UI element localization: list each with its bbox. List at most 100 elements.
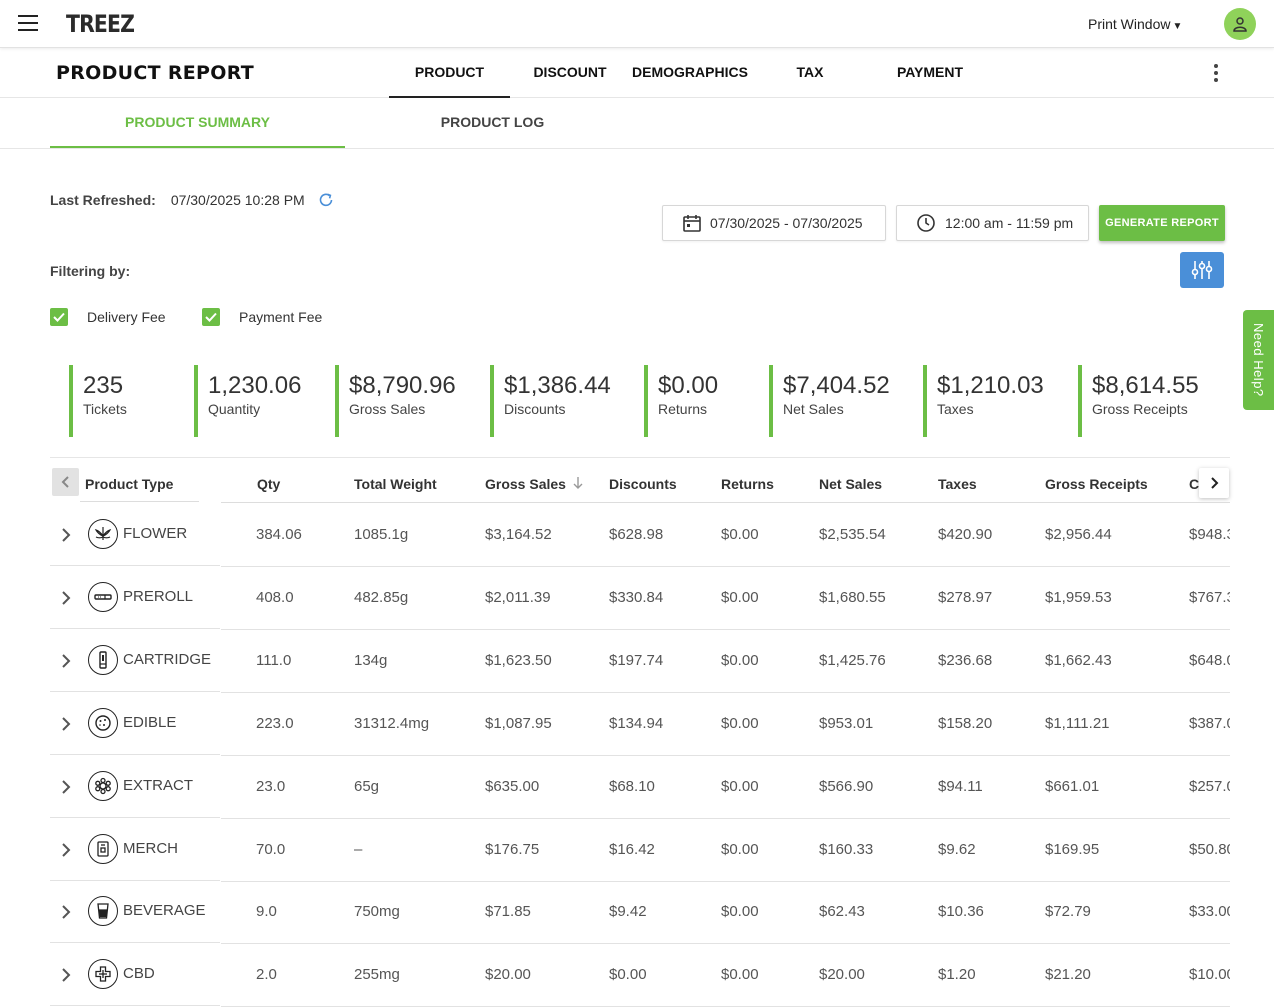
- stat-tickets: 235 Tickets: [69, 365, 127, 437]
- tab-discount[interactable]: DISCOUNT: [510, 48, 630, 98]
- cartridge-icon: [88, 645, 118, 675]
- cannabis-leaf-icon: [88, 519, 118, 549]
- column-header-returns[interactable]: Returns: [721, 476, 774, 492]
- sliders-icon: [1191, 261, 1213, 279]
- divider: [50, 457, 1230, 458]
- delivery-fee-label: Delivery Fee: [87, 309, 166, 325]
- gross-receipts-cell: $1,111.21: [1045, 715, 1110, 732]
- time-range-picker[interactable]: 12:00 am - 11:59 pm: [896, 205, 1089, 241]
- cbd-icon: [88, 959, 118, 989]
- delivery-fee-checkbox[interactable]: Delivery Fee: [50, 308, 166, 326]
- weight-cell: 482.85g: [354, 589, 409, 606]
- partial-cell: $257.00: [1189, 778, 1230, 795]
- returns-cell: $0.00: [721, 841, 759, 858]
- returns-cell: $0.00: [721, 526, 759, 543]
- user-icon: [1233, 17, 1247, 32]
- column-header-partial[interactable]: Co: [1189, 476, 1199, 492]
- payment-fee-label: Payment Fee: [239, 309, 323, 325]
- gross-receipts-cell: $72.79: [1045, 903, 1091, 920]
- returns-cell: $0.00: [721, 778, 759, 795]
- product-type: EDIBLE: [123, 714, 177, 731]
- table-row[interactable]: CARTRIDGE 111.0 134g $1,623.50 $197.74 $…: [50, 629, 1230, 693]
- column-header-qty[interactable]: Qty: [257, 476, 280, 492]
- table-row[interactable]: BEVERAGE 9.0 750mg $71.85 $9.42 $0.00 $6…: [50, 880, 1230, 944]
- taxes-cell: $158.20: [938, 715, 993, 732]
- gross-sales-cell: $1,087.95: [485, 715, 552, 732]
- table-row[interactable]: EDIBLE 223.0 31312.4mg $1,087.95 $134.94…: [50, 692, 1230, 756]
- cookie-icon: [88, 708, 118, 738]
- print-window-dropdown[interactable]: Print Window ▼: [1088, 16, 1182, 32]
- user-avatar[interactable]: [1224, 8, 1256, 40]
- returns-cell: $0.00: [721, 903, 759, 920]
- tab-tax[interactable]: TAX: [750, 48, 870, 98]
- returns-cell: $0.00: [721, 652, 759, 669]
- scroll-left-button[interactable]: [52, 468, 79, 496]
- stat-gross-receipts: $8,614.55 Gross Receipts: [1078, 365, 1199, 437]
- column-header-gross-receipts[interactable]: Gross Receipts: [1045, 476, 1148, 492]
- payment-fee-checkbox[interactable]: Payment Fee: [202, 308, 322, 326]
- tab-product-summary[interactable]: PRODUCT SUMMARY: [50, 98, 345, 148]
- partial-cell: $387.00: [1189, 715, 1230, 732]
- treez-logo[interactable]: TREEZ: [66, 10, 135, 38]
- chevron-right-icon[interactable]: [56, 588, 76, 608]
- column-header-gross-sales[interactable]: Gross Sales: [485, 476, 584, 492]
- calendar-icon: [683, 215, 701, 232]
- chevron-right-icon[interactable]: [56, 651, 76, 671]
- returns-cell: $0.00: [721, 715, 759, 732]
- net-sales-cell: $1,680.55: [819, 589, 886, 606]
- column-header-taxes[interactable]: Taxes: [938, 476, 977, 492]
- discounts-cell: $9.42: [609, 903, 647, 920]
- weight-cell: –: [354, 841, 363, 858]
- sub-tabs: PRODUCT SUMMARY PRODUCT LOG: [0, 98, 1274, 149]
- tab-product[interactable]: PRODUCT: [389, 48, 510, 98]
- table-row[interactable]: EXTRACT 23.0 65g $635.00 $68.10 $0.00 $5…: [50, 755, 1230, 819]
- chevron-right-icon[interactable]: [56, 965, 76, 985]
- chevron-right-icon[interactable]: [56, 777, 76, 797]
- column-header-total-weight[interactable]: Total Weight: [354, 476, 437, 492]
- taxes-cell: $1.20: [938, 966, 976, 983]
- more-options-icon[interactable]: [1214, 64, 1222, 82]
- scroll-right-button[interactable]: [1199, 468, 1229, 498]
- gross-sales-cell: $2,011.39: [485, 589, 551, 606]
- table-row[interactable]: PREROLL 408.0 482.85g $2,011.39 $330.84 …: [50, 566, 1230, 630]
- chevron-right-icon[interactable]: [56, 714, 76, 734]
- weight-cell: 65g: [354, 778, 380, 795]
- product-type: BEVERAGE: [123, 902, 206, 919]
- menu-icon[interactable]: [18, 15, 38, 31]
- table-row[interactable]: CBD 2.0 255mg $20.00 $0.00 $0.00 $20.00 …: [50, 943, 1230, 1007]
- gross-sales-cell: $176.75: [485, 841, 540, 858]
- merch-icon: [88, 834, 118, 864]
- stat-returns: $0.00 Returns: [644, 365, 718, 437]
- taxes-cell: $10.36: [938, 903, 984, 920]
- table-row[interactable]: FLOWER 384.06 1085.1g $3,164.52 $628.98 …: [50, 503, 1230, 567]
- net-sales-cell: $20.00: [819, 966, 865, 983]
- sort-arrow-down-icon: [573, 477, 583, 489]
- chevron-right-icon[interactable]: [56, 902, 76, 922]
- gross-receipts-cell: $661.01: [1045, 778, 1100, 795]
- column-header-net-sales[interactable]: Net Sales: [819, 476, 882, 492]
- weight-cell: 31312.4mg: [354, 715, 430, 732]
- table-row[interactable]: MERCH 70.0 – $176.75 $16.42 $0.00 $160.3…: [50, 818, 1230, 882]
- gross-receipts-cell: $21.20: [1045, 966, 1091, 983]
- chevron-right-icon[interactable]: [56, 525, 76, 545]
- net-sales-cell: $160.33: [819, 841, 874, 858]
- net-sales-cell: $62.43: [819, 903, 865, 920]
- tab-product-log[interactable]: PRODUCT LOG: [345, 98, 640, 148]
- date-range-picker[interactable]: 07/30/2025 - 07/30/2025: [662, 205, 886, 241]
- filter-settings-button[interactable]: [1180, 252, 1224, 288]
- gross-sales-header-label: Gross Sales: [485, 476, 566, 492]
- extract-icon: [88, 771, 118, 801]
- column-header-product-type[interactable]: Product Type: [85, 476, 173, 492]
- tab-payment[interactable]: PAYMENT: [870, 48, 990, 98]
- refresh-icon[interactable]: [317, 191, 335, 209]
- chevron-right-icon[interactable]: [56, 840, 76, 860]
- need-help-tab[interactable]: Need Help?: [1243, 310, 1274, 410]
- taxes-cell: $94.11: [938, 778, 983, 795]
- column-header-discounts[interactable]: Discounts: [609, 476, 677, 492]
- tab-demographics[interactable]: DEMOGRAPHICS: [630, 48, 750, 98]
- taxes-cell: $236.68: [938, 652, 993, 669]
- time-range-value: 12:00 am - 11:59 pm: [945, 215, 1074, 231]
- generate-report-button[interactable]: GENERATE REPORT: [1099, 205, 1225, 241]
- qty-cell: 111.0: [256, 652, 292, 669]
- gross-sales-cell: $635.00: [485, 778, 540, 795]
